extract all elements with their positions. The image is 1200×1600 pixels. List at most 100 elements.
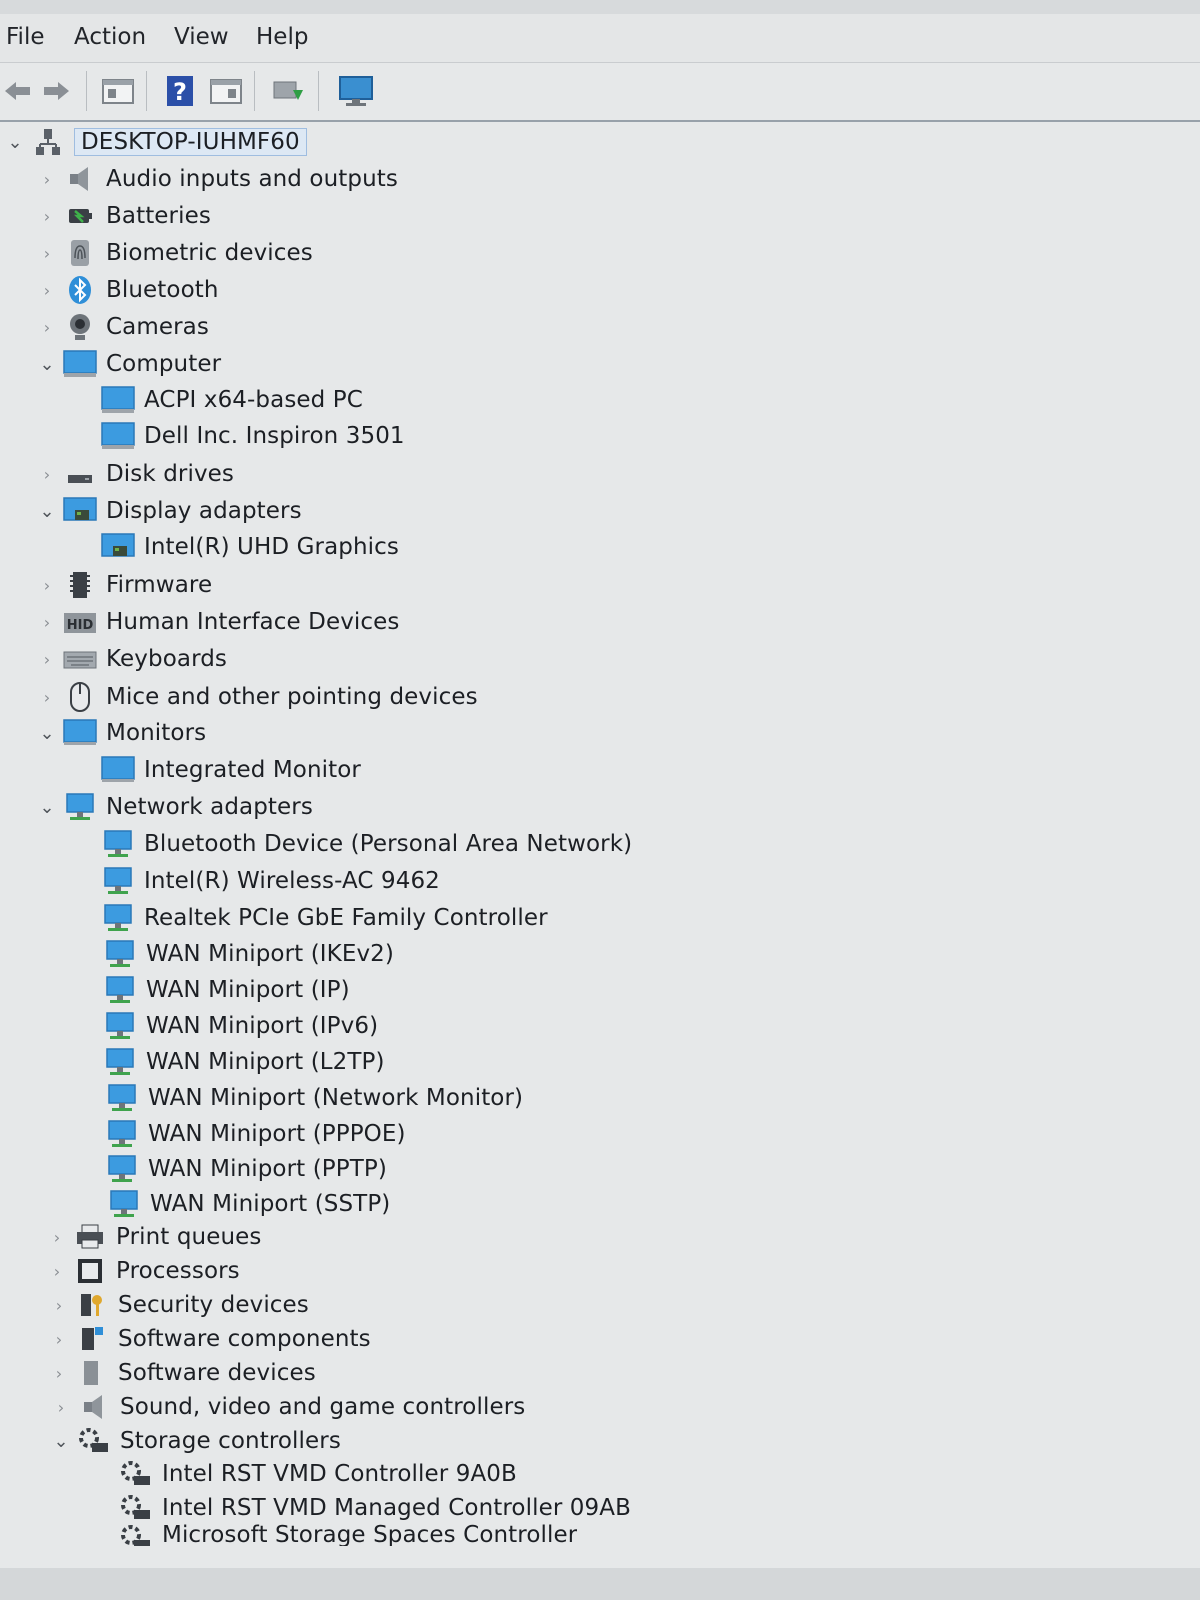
tree-child-network[interactable]: Bluetooth Device (Personal Area Network) bbox=[100, 826, 632, 862]
chevron-right-icon[interactable]: › bbox=[32, 465, 62, 484]
tree-item-network-adapters[interactable]: ⌄ Network adapters bbox=[32, 789, 313, 825]
monitor-icon[interactable] bbox=[338, 73, 374, 109]
tree-child-computer[interactable]: Dell Inc. Inspiron 3501 bbox=[100, 418, 405, 454]
scan-hardware-icon[interactable] bbox=[270, 73, 306, 109]
tree-item-print-queues[interactable]: › Print queues bbox=[42, 1219, 262, 1255]
network-adapter-icon bbox=[102, 938, 138, 970]
chevron-down-icon[interactable]: ⌄ bbox=[32, 354, 62, 375]
help-icon[interactable]: ? bbox=[162, 73, 198, 109]
chevron-right-icon[interactable]: › bbox=[32, 688, 62, 707]
tree-child-computer[interactable]: ACPI x64-based PC bbox=[100, 382, 363, 418]
tree-item-label: Processors bbox=[116, 1258, 240, 1284]
root-label: DESKTOP-IUHMF60 bbox=[74, 128, 307, 156]
chevron-right-icon[interactable]: › bbox=[42, 1228, 72, 1247]
tree-child-network[interactable]: WAN Miniport (L2TP) bbox=[102, 1044, 385, 1080]
chevron-down-icon[interactable]: ⌄ bbox=[32, 723, 62, 744]
tree-child-label: Microsoft Storage Spaces Controller bbox=[162, 1522, 578, 1546]
tree-item-biometric[interactable]: › Biometric devices bbox=[32, 235, 313, 271]
tree-child-network[interactable]: WAN Miniport (IKEv2) bbox=[102, 936, 394, 972]
chevron-right-icon[interactable]: › bbox=[32, 281, 62, 300]
tree-item-computer[interactable]: ⌄ Computer bbox=[32, 346, 221, 382]
chevron-right-icon[interactable]: › bbox=[46, 1398, 76, 1417]
tree-item-storage-controllers[interactable]: ⌄ Storage controllers bbox=[46, 1423, 341, 1459]
chevron-right-icon[interactable]: › bbox=[32, 170, 62, 189]
network-adapter-icon bbox=[104, 1118, 140, 1150]
chevron-right-icon[interactable]: › bbox=[32, 613, 62, 632]
chevron-right-icon[interactable]: › bbox=[32, 244, 62, 263]
chevron-down-icon[interactable]: ⌄ bbox=[32, 501, 62, 522]
tree-child-label: Intel RST VMD Controller 9A0B bbox=[162, 1461, 517, 1487]
menu-action[interactable]: Action bbox=[74, 24, 146, 50]
tree-root[interactable]: ⌄ DESKTOP-IUHMF60 bbox=[0, 124, 307, 160]
tree-child-network[interactable]: WAN Miniport (IPv6) bbox=[102, 1008, 378, 1044]
tree-child-network[interactable]: WAN Miniport (PPTP) bbox=[104, 1151, 387, 1187]
tree-child-network[interactable]: Intel(R) Wireless-AC 9462 bbox=[100, 863, 440, 899]
tree-item-cameras[interactable]: › Cameras bbox=[32, 309, 209, 345]
computer-icon bbox=[100, 384, 136, 416]
tree-item-sound[interactable]: › Sound, video and game controllers bbox=[46, 1389, 525, 1425]
tree-child-network[interactable]: WAN Miniport (PPPOE) bbox=[104, 1116, 406, 1152]
chevron-down-icon[interactable]: ⌄ bbox=[0, 132, 30, 153]
tree-child-monitor[interactable]: Integrated Monitor bbox=[100, 752, 361, 788]
menu-file[interactable]: File bbox=[6, 24, 45, 50]
tree-item-label: Audio inputs and outputs bbox=[106, 166, 398, 192]
tree-item-label: Sound, video and game controllers bbox=[120, 1394, 526, 1420]
tree-child-network[interactable]: Realtek PCIe GbE Family Controller bbox=[100, 900, 548, 936]
view-icon[interactable] bbox=[208, 73, 244, 109]
properties-icon[interactable] bbox=[100, 73, 136, 109]
tree-child-display[interactable]: Intel(R) UHD Graphics bbox=[100, 529, 399, 565]
tree-item-label: Cameras bbox=[106, 314, 209, 340]
storage-controller-icon bbox=[118, 1522, 154, 1546]
svg-text:HID: HID bbox=[67, 618, 94, 633]
tree-item-monitors[interactable]: ⌄ Monitors bbox=[32, 715, 206, 751]
tree-item-hid[interactable]: › HID Human Interface Devices bbox=[32, 604, 400, 640]
tree-item-label: Mice and other pointing devices bbox=[106, 684, 478, 710]
menu-help[interactable]: Help bbox=[256, 24, 308, 50]
tree-item-label: Display adapters bbox=[106, 498, 302, 524]
tree-child-network[interactable]: WAN Miniport (Network Monitor) bbox=[104, 1080, 523, 1116]
tree-child-storage[interactable]: Microsoft Storage Spaces Controller bbox=[118, 1522, 577, 1546]
chevron-right-icon[interactable]: › bbox=[32, 576, 62, 595]
chevron-down-icon[interactable]: ⌄ bbox=[32, 797, 62, 818]
tree-item-label: Keyboards bbox=[106, 646, 227, 672]
chevron-right-icon[interactable]: › bbox=[44, 1330, 74, 1349]
tree-child-label: WAN Miniport (Network Monitor) bbox=[148, 1085, 524, 1111]
tree-item-software-components[interactable]: › Software components bbox=[44, 1321, 371, 1357]
tree-item-security-devices[interactable]: › Security devices bbox=[44, 1287, 309, 1323]
software-component-icon bbox=[74, 1323, 110, 1355]
tree-child-label: WAN Miniport (L2TP) bbox=[146, 1049, 385, 1075]
tree-item-label: Human Interface Devices bbox=[106, 609, 400, 635]
tree-item-disk-drives[interactable]: › Disk drives bbox=[32, 456, 234, 492]
tree-child-network[interactable]: WAN Miniport (IP) bbox=[102, 972, 350, 1008]
tree-item-batteries[interactable]: › Batteries bbox=[32, 198, 211, 234]
tree-item-display-adapters[interactable]: ⌄ Display adapters bbox=[32, 493, 302, 529]
toolbar-separator bbox=[86, 71, 87, 111]
chevron-right-icon[interactable]: › bbox=[44, 1364, 74, 1383]
chevron-right-icon[interactable]: › bbox=[44, 1296, 74, 1315]
tree-item-label: Firmware bbox=[106, 572, 213, 598]
tree-item-mice[interactable]: › Mice and other pointing devices bbox=[32, 679, 478, 715]
forward-arrow-icon[interactable] bbox=[38, 73, 74, 109]
tree-child-storage[interactable]: Intel RST VMD Managed Controller 09AB bbox=[118, 1490, 631, 1526]
tree-item-processors[interactable]: › Processors bbox=[42, 1253, 240, 1289]
chevron-down-icon[interactable]: ⌄ bbox=[46, 1431, 76, 1452]
network-adapter-icon bbox=[104, 1153, 140, 1185]
printer-icon bbox=[72, 1221, 108, 1253]
back-arrow-icon[interactable] bbox=[0, 73, 36, 109]
security-key-icon bbox=[74, 1289, 110, 1321]
tree-child-storage[interactable]: Intel RST VMD Controller 9A0B bbox=[118, 1456, 517, 1492]
tree-item-firmware[interactable]: › Firmware bbox=[32, 567, 212, 603]
chevron-right-icon[interactable]: › bbox=[32, 207, 62, 226]
chevron-right-icon[interactable]: › bbox=[32, 650, 62, 669]
chevron-right-icon[interactable]: › bbox=[32, 318, 62, 337]
tree-child-label: Intel RST VMD Managed Controller 09AB bbox=[162, 1495, 631, 1521]
computer-icon bbox=[100, 420, 136, 452]
tree-item-keyboards[interactable]: › Keyboards bbox=[32, 641, 227, 677]
chevron-right-icon[interactable]: › bbox=[42, 1262, 72, 1281]
tree-item-software-devices[interactable]: › Software devices bbox=[44, 1355, 316, 1391]
tree-item-bluetooth[interactable]: › Bluetooth bbox=[32, 272, 219, 308]
menu-view[interactable]: View bbox=[174, 24, 229, 50]
tree-child-network[interactable]: WAN Miniport (SSTP) bbox=[106, 1186, 390, 1222]
tree-item-audio[interactable]: › Audio inputs and outputs bbox=[32, 161, 398, 197]
network-adapter-icon bbox=[102, 974, 138, 1006]
